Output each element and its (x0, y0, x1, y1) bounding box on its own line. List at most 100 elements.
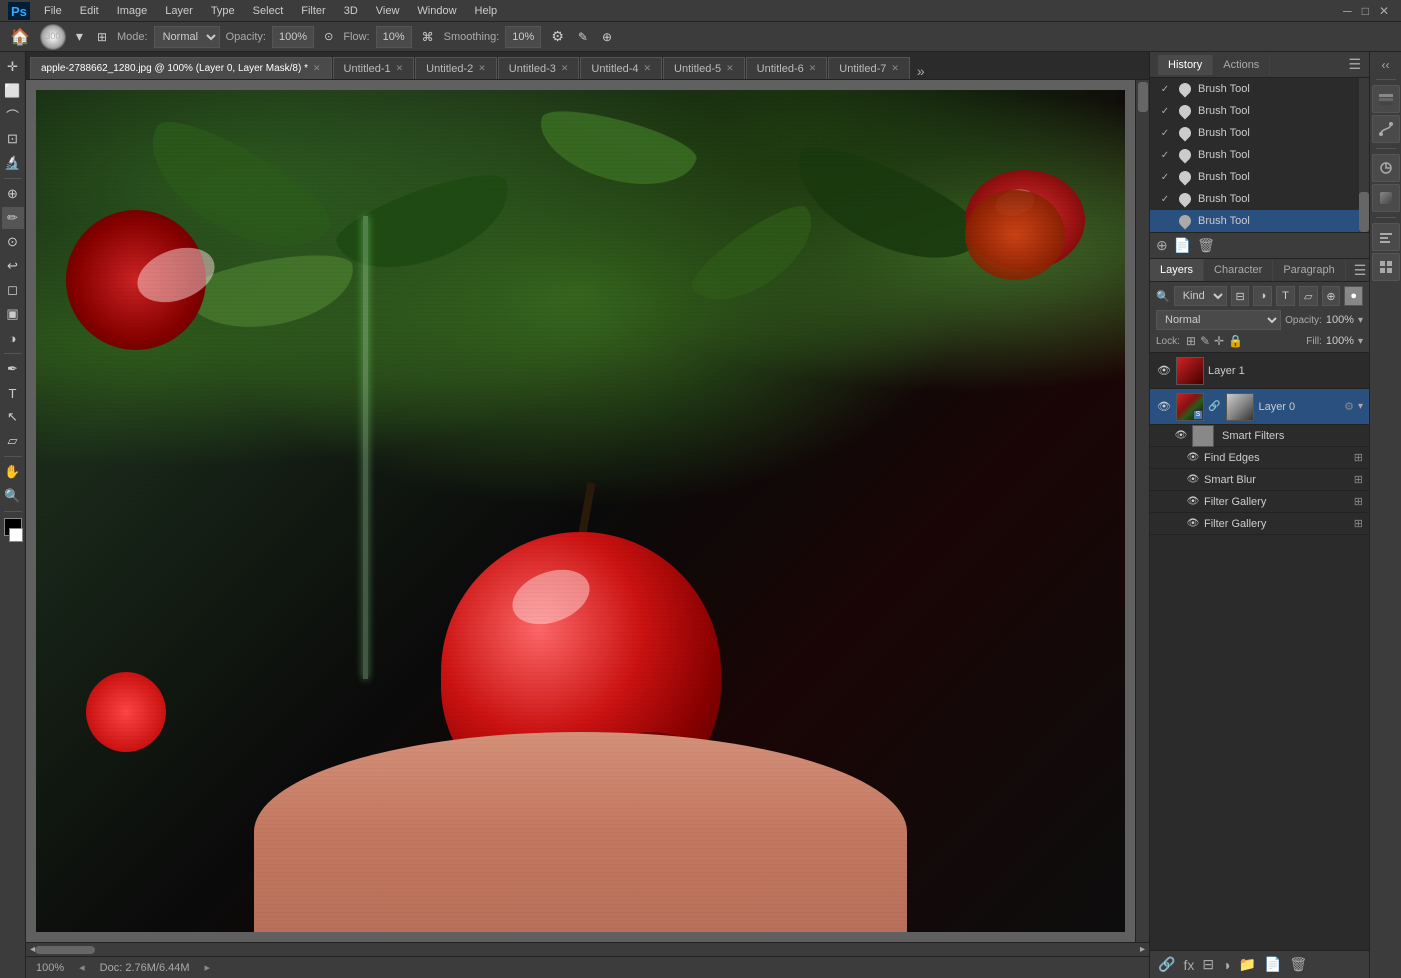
opacity-picker-btn[interactable]: ⊙ (320, 28, 337, 45)
tool-heal[interactable]: ⊕ (2, 183, 24, 205)
blend-mode-select[interactable]: Normal (1156, 310, 1281, 330)
menu-image[interactable]: Image (109, 3, 156, 19)
layers-new-btn[interactable]: 📄 (1264, 956, 1281, 973)
layers-group-btn[interactable]: 📁 (1239, 956, 1256, 973)
maximize-btn[interactable]: □ (1358, 4, 1373, 18)
canvas-wrapper[interactable] (26, 80, 1135, 942)
tool-home-btn[interactable]: 🏠 (6, 25, 34, 49)
menu-3d[interactable]: 3D (336, 3, 366, 19)
layers-panel-menu-btn[interactable]: ☰ (1346, 259, 1369, 281)
tool-eraser[interactable]: ◻ (2, 279, 24, 301)
menu-file[interactable]: File (36, 3, 70, 19)
layer1-eye[interactable]: 👁 (1156, 363, 1172, 379)
flow-value-btn[interactable]: 10% (376, 26, 412, 48)
menu-window[interactable]: Window (409, 3, 464, 19)
tool-gradient[interactable]: ▣ (2, 303, 24, 325)
brush-preview[interactable]: 300 (40, 24, 66, 50)
layer0-eye[interactable]: 👁 (1156, 399, 1172, 415)
filter-icon-adjust[interactable]: ◑ (1253, 286, 1272, 306)
brush-picker-btn[interactable]: ▾ (72, 26, 87, 47)
menu-view[interactable]: View (368, 3, 408, 19)
filter-icon-shape[interactable]: ▱ (1299, 286, 1318, 306)
menu-help[interactable]: Help (467, 3, 506, 19)
channels-icon-btn[interactable] (1372, 85, 1400, 113)
tab-untitled4[interactable]: Untitled-4 ✕ (580, 57, 662, 79)
filter-item-smart-blur[interactable]: 👁 Smart Blur ⊞ (1150, 469, 1369, 491)
tool-pen[interactable]: ✒ (2, 358, 24, 380)
layers-filter-select[interactable]: Kind (1174, 286, 1227, 306)
pressure-btn[interactable]: ✎ (574, 28, 592, 46)
history-snapshot-btn[interactable]: ⊕ (1156, 237, 1168, 254)
brush-settings-btn[interactable]: ⊞ (93, 28, 111, 46)
paths-icon-btn[interactable] (1372, 115, 1400, 143)
mode-select[interactable]: Normal (154, 26, 220, 48)
layer-item-layer0[interactable]: 👁 S 🔗 Layer 0 ⚙ ▾ (1150, 389, 1369, 425)
expand-panels-btn[interactable]: ‹‹ (1380, 56, 1392, 74)
tab-u2-close[interactable]: ✕ (478, 63, 486, 74)
history-scroll-thumb[interactable] (1359, 192, 1369, 232)
smoothing-settings-btn[interactable]: ⚙ (547, 26, 568, 47)
lock-checkerboard-btn[interactable]: ⊞ (1186, 334, 1196, 348)
layers-adjustment-btn[interactable]: ◑ (1222, 957, 1230, 973)
tab-main-close[interactable]: ✕ (313, 63, 321, 74)
tab-u5-close[interactable]: ✕ (726, 63, 734, 74)
minimize-btn[interactable]: ─ (1339, 4, 1356, 18)
history-item-2[interactable]: ✓ Brush Tool (1150, 100, 1369, 122)
opacity-value-btn[interactable]: 100% (272, 26, 314, 48)
sb-eye[interactable]: 👁 (1186, 473, 1200, 487)
fg1-settings-icon[interactable]: ⊞ (1354, 495, 1363, 508)
filter-icon-smart[interactable]: ⊕ (1322, 286, 1341, 306)
history-delete-btn[interactable]: 🗑 (1197, 237, 1215, 254)
lock-all-btn[interactable]: 🔒 (1228, 334, 1243, 348)
filter-icon-type[interactable]: T (1276, 286, 1295, 306)
libraries-icon-btn[interactable] (1372, 253, 1400, 281)
lock-move-btn[interactable]: ✛ (1214, 334, 1224, 348)
history-item-4[interactable]: ✓ Brush Tool (1150, 144, 1369, 166)
history-item-3[interactable]: ✓ Brush Tool (1150, 122, 1369, 144)
tool-dodge[interactable]: ◑ (2, 327, 24, 349)
tab-history[interactable]: History (1158, 55, 1213, 75)
menu-layer[interactable]: Layer (157, 3, 201, 19)
menu-type[interactable]: Type (203, 3, 243, 19)
scrollbar-vertical[interactable] (1135, 80, 1149, 942)
fill-value[interactable]: 100% (1326, 335, 1354, 347)
tab-u7-close[interactable]: ✕ (891, 63, 899, 74)
tool-hand[interactable]: ✋ (2, 461, 24, 483)
tool-path-select[interactable]: ↖ (2, 406, 24, 428)
layers-tab-character[interactable]: Character (1204, 259, 1273, 281)
history-new-doc-btn[interactable]: 📄 (1174, 237, 1191, 254)
filter-item-gallery-2[interactable]: 👁 Filter Gallery ⊞ (1150, 513, 1369, 535)
menu-filter[interactable]: Filter (293, 3, 333, 19)
styles-icon-btn[interactable] (1372, 184, 1400, 212)
close-btn[interactable]: ✕ (1375, 4, 1393, 18)
tool-clone[interactable]: ⊙ (2, 231, 24, 253)
sb-settings-icon[interactable]: ⊞ (1354, 473, 1363, 486)
tool-shape[interactable]: ▱ (2, 430, 24, 452)
tool-lasso[interactable]: ⌒ (2, 104, 24, 126)
tab-untitled6[interactable]: Untitled-6 ✕ (746, 57, 828, 79)
tab-u1-close[interactable]: ✕ (396, 63, 404, 74)
adjustments-icon-btn[interactable] (1372, 154, 1400, 182)
layer0-expand-btn[interactable]: ▾ (1358, 401, 1363, 412)
history-item-1[interactable]: ✓ Brush Tool (1150, 78, 1369, 100)
history-item-7[interactable]: Brush Tool (1150, 210, 1369, 232)
status-arrow-right[interactable]: ▸ (205, 961, 211, 974)
fg1-eye[interactable]: 👁 (1186, 495, 1200, 509)
scrollbar-h-thumb[interactable] (35, 946, 95, 954)
layers-delete-btn[interactable]: 🗑 (1289, 956, 1307, 973)
layers-link-btn[interactable]: 🔗 (1158, 956, 1175, 973)
history-item-5[interactable]: ✓ Brush Tool (1150, 166, 1369, 188)
fill-arrow[interactable]: ▾ (1358, 336, 1363, 347)
tool-crop[interactable]: ⊡ (2, 128, 24, 150)
tab-u3-close[interactable]: ✕ (561, 63, 569, 74)
menu-select[interactable]: Select (245, 3, 292, 19)
history-scrollbar[interactable] (1359, 78, 1369, 232)
scroll-right-btn[interactable]: ▸ (1140, 944, 1145, 955)
tool-eyedropper[interactable]: 🔬 (2, 152, 24, 174)
tool-text[interactable]: T (2, 382, 24, 404)
opacity-arrow[interactable]: ▾ (1358, 315, 1363, 326)
filter-toggle-btn[interactable]: ● (1344, 286, 1363, 306)
airbrush-btn[interactable]: ⌘ (418, 28, 438, 46)
scrollbar-horizontal[interactable]: ◂ ▸ (26, 942, 1149, 956)
layers-mask-btn[interactable]: ⊟ (1202, 956, 1214, 973)
